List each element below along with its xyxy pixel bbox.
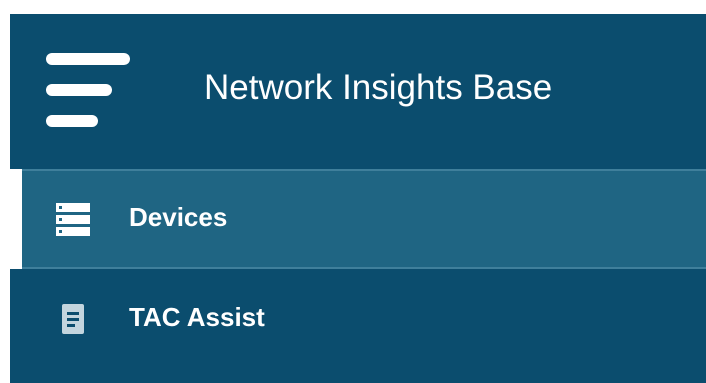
menu-bar-top [46, 53, 130, 65]
active-indicator [10, 169, 22, 269]
app-title: Network Insights Base [204, 68, 553, 107]
sidebar-header: Network Insights Base [10, 14, 706, 169]
menu-bar-bottom [46, 115, 98, 127]
sidebar-item-tac-assist[interactable]: TAC Assist [10, 269, 706, 383]
sidebar-item-label: Devices [129, 202, 228, 232]
hamburger-menu-icon[interactable] [42, 50, 136, 130]
sidebar-item-label: TAC Assist [129, 302, 265, 332]
server-stack-icon [56, 203, 90, 236]
menu-bar-middle [46, 84, 112, 96]
document-icon [62, 304, 84, 334]
sidebar-item-devices[interactable]: Devices [10, 169, 706, 269]
sidebar-nav: Devices TAC Assist [10, 169, 706, 383]
sidebar-panel: Network Insights Base Devices TAC Assist [10, 14, 706, 383]
